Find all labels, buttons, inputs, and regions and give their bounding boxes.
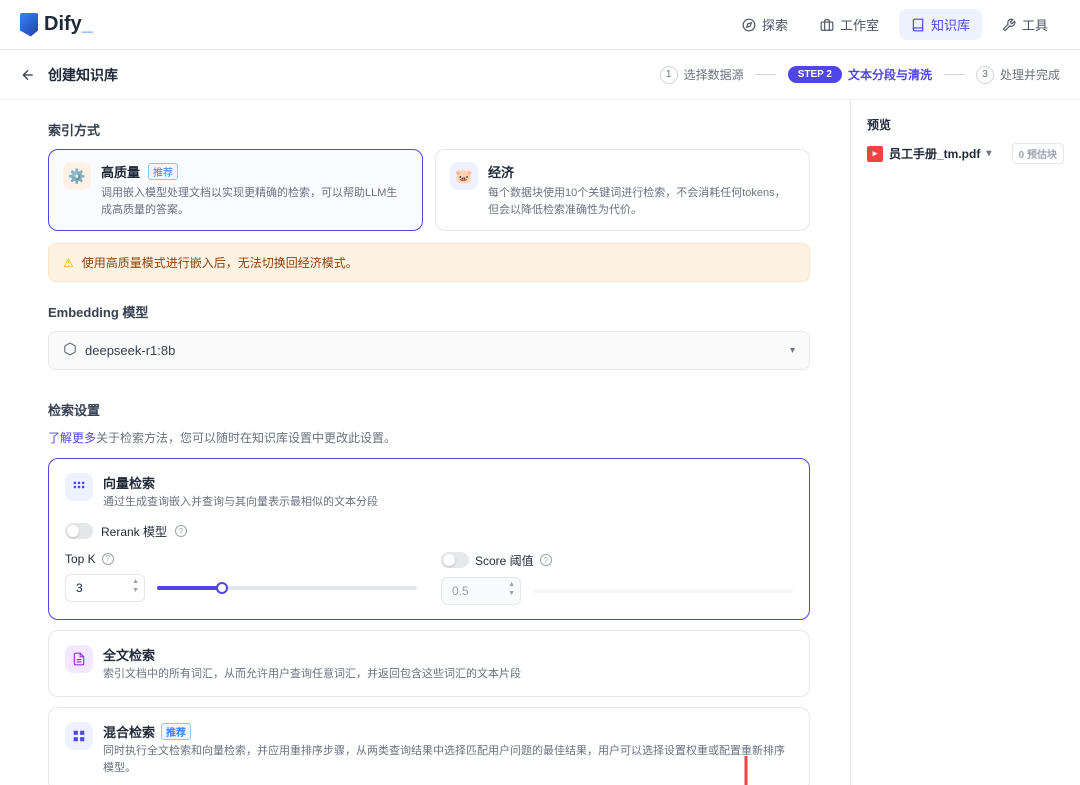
preview-file-row[interactable]: ▸ 员工手册_tm.pdf ▾ 0 预估块 bbox=[867, 143, 1064, 164]
step-2: STEP 2 文本分段与清洗 bbox=[788, 66, 932, 83]
tool-icon bbox=[1002, 18, 1016, 32]
retrieval-description: 了解更多关于检索方法，您可以随时在知识库设置中更改此设置。 bbox=[48, 429, 810, 446]
option-desc: 每个数据块使用10个关键词进行检索，不会消耗任何tokens，但会以降低检索准确… bbox=[488, 185, 795, 218]
logo-icon bbox=[20, 13, 38, 37]
step-1: 1 选择数据源 bbox=[660, 66, 744, 84]
retrieval-desc: 通过生成查询嵌入并查询与其向量表示最相似的文本分段 bbox=[103, 494, 378, 511]
nav-label: 工具 bbox=[1022, 15, 1048, 34]
annotation-arrow-icon bbox=[736, 756, 756, 785]
document-icon bbox=[65, 645, 93, 673]
score-toggle[interactable] bbox=[441, 552, 469, 568]
cube-icon bbox=[63, 342, 77, 359]
nav-label: 探索 bbox=[762, 15, 788, 34]
step-number: 1 bbox=[660, 66, 678, 84]
retrieval-method-hybrid[interactable]: 混合检索 推荐 同时执行全文检索和向量检索，并应用重排序步骤，从两类查询结果中选… bbox=[48, 707, 810, 785]
option-desc: 调用嵌入模型处理文档以实现更精确的检索，可以帮助LLM生成高质量的答案。 bbox=[101, 185, 408, 218]
step-number: 3 bbox=[976, 66, 994, 84]
nav-explore[interactable]: 探索 bbox=[730, 9, 800, 40]
nav-studio[interactable]: 工作室 bbox=[808, 9, 891, 40]
slider-thumb[interactable] bbox=[216, 582, 228, 594]
step-connector bbox=[756, 74, 776, 75]
embedding-section-title: Embedding 模型 bbox=[48, 302, 810, 321]
warning-text: 使用高质量模式进行嵌入后，无法切换回经济模式。 bbox=[82, 254, 358, 271]
learn-more-link[interactable]: 了解更多 bbox=[48, 431, 96, 445]
selected-model: deepseek-r1:8b bbox=[85, 343, 175, 358]
logo-text: Dify_ bbox=[44, 13, 93, 36]
score-label: Score 阈值 bbox=[475, 552, 534, 569]
step-label: 处理并完成 bbox=[1000, 66, 1060, 83]
indexing-option-high-quality[interactable]: ⚙️ 高质量 推荐 调用嵌入模型处理文档以实现更精确的检索，可以帮助LLM生成高… bbox=[48, 149, 423, 231]
option-name: 经济 bbox=[488, 162, 514, 181]
preview-title: 预览 bbox=[867, 116, 1064, 133]
nav-menu: 探索 工作室 知识库 工具 bbox=[730, 9, 1060, 40]
compass-icon bbox=[742, 18, 756, 32]
page-title: 创建知识库 bbox=[48, 65, 118, 85]
nav-label: 工作室 bbox=[840, 15, 879, 34]
preview-filename: 员工手册_tm.pdf bbox=[889, 145, 980, 162]
stepper-up-icon[interactable]: ▲ bbox=[507, 580, 516, 589]
nav-label: 知识库 bbox=[931, 15, 970, 34]
retrieval-method-fulltext[interactable]: 全文检索 索引文档中的所有词汇，从而允许用户查询任意词汇，并返回包含这些词汇的文… bbox=[48, 630, 810, 698]
retrieval-method-vector[interactable]: 向量检索 通过生成查询嵌入并查询与其向量表示最相似的文本分段 Rerank 模型… bbox=[48, 458, 810, 620]
retrieval-title: 全文检索 bbox=[103, 645, 521, 664]
score-slider bbox=[533, 589, 793, 593]
back-arrow-icon[interactable] bbox=[20, 67, 36, 83]
indexing-section-title: 索引方式 bbox=[48, 120, 810, 139]
top-header: Dify_ 探索 工作室 知识库 工具 bbox=[0, 0, 1080, 50]
retrieval-section-title: 检索设置 bbox=[48, 400, 810, 419]
nav-tools[interactable]: 工具 bbox=[990, 9, 1060, 40]
gear-icon: ⚙️ bbox=[63, 162, 91, 190]
retrieval-title: 向量检索 bbox=[103, 473, 378, 492]
book-icon bbox=[911, 18, 925, 32]
step-pill: STEP 2 bbox=[788, 66, 842, 83]
option-name: 高质量 bbox=[101, 162, 140, 181]
embedding-model-select[interactable]: deepseek-r1:8b ▾ bbox=[48, 331, 810, 370]
chevron-down-icon: ▾ bbox=[790, 345, 795, 356]
stepper-down-icon[interactable]: ▼ bbox=[507, 589, 516, 598]
help-icon[interactable]: ? bbox=[540, 554, 552, 566]
indexing-option-economy[interactable]: 🐷 经济 每个数据块使用10个关键词进行检索，不会消耗任何tokens，但会以降… bbox=[435, 149, 810, 231]
retrieval-title: 混合检索 推荐 bbox=[103, 722, 793, 741]
chevron-down-icon: ▾ bbox=[986, 148, 991, 159]
step-label: 文本分段与清洗 bbox=[848, 66, 932, 83]
topk-input[interactable]: 3 ▲▼ bbox=[65, 574, 145, 602]
rerank-label: Rerank 模型 bbox=[101, 523, 167, 540]
retrieval-desc: 索引文档中的所有词汇，从而允许用户查询任意词汇，并返回包含这些词汇的文本片段 bbox=[103, 666, 521, 683]
pdf-icon: ▸ bbox=[867, 146, 883, 162]
score-input[interactable]: 0.5 ▲▼ bbox=[441, 577, 521, 605]
hybrid-icon bbox=[65, 722, 93, 750]
topk-label: Top K bbox=[65, 552, 96, 566]
step-3: 3 处理并完成 bbox=[976, 66, 1060, 84]
main-content: 索引方式 ⚙️ 高质量 推荐 调用嵌入模型处理文档以实现更精确的检索，可以帮助L… bbox=[0, 100, 850, 785]
help-icon[interactable]: ? bbox=[175, 525, 187, 537]
step-indicator: 1 选择数据源 STEP 2 文本分段与清洗 3 处理并完成 bbox=[660, 66, 1060, 84]
recommended-badge: 推荐 bbox=[148, 163, 178, 180]
stepper-down-icon[interactable]: ▼ bbox=[131, 586, 140, 595]
grid-icon bbox=[65, 473, 93, 501]
topk-slider[interactable] bbox=[157, 586, 417, 590]
stepper-up-icon[interactable]: ▲ bbox=[131, 577, 140, 586]
preview-sidebar: 预览 ▸ 员工手册_tm.pdf ▾ 0 预估块 bbox=[850, 100, 1080, 785]
chunks-badge: 0 预估块 bbox=[1012, 143, 1064, 164]
warning-icon: ⚠ bbox=[63, 256, 74, 270]
step-label: 选择数据源 bbox=[684, 66, 744, 83]
nav-knowledge[interactable]: 知识库 bbox=[899, 9, 982, 40]
recommended-badge: 推荐 bbox=[161, 723, 191, 740]
warning-alert: ⚠ 使用高质量模式进行嵌入后，无法切换回经济模式。 bbox=[48, 243, 810, 282]
retrieval-desc: 同时执行全文检索和向量检索，并应用重排序步骤，从两类查询结果中选择匹配用户问题的… bbox=[103, 743, 793, 776]
briefcase-icon bbox=[820, 18, 834, 32]
logo[interactable]: Dify_ bbox=[20, 13, 93, 37]
rerank-toggle[interactable] bbox=[65, 523, 93, 539]
piggy-icon: 🐷 bbox=[450, 162, 478, 190]
subheader: 创建知识库 1 选择数据源 STEP 2 文本分段与清洗 3 处理并完成 bbox=[0, 50, 1080, 100]
step-connector bbox=[944, 74, 964, 75]
help-icon[interactable]: ? bbox=[102, 553, 114, 565]
